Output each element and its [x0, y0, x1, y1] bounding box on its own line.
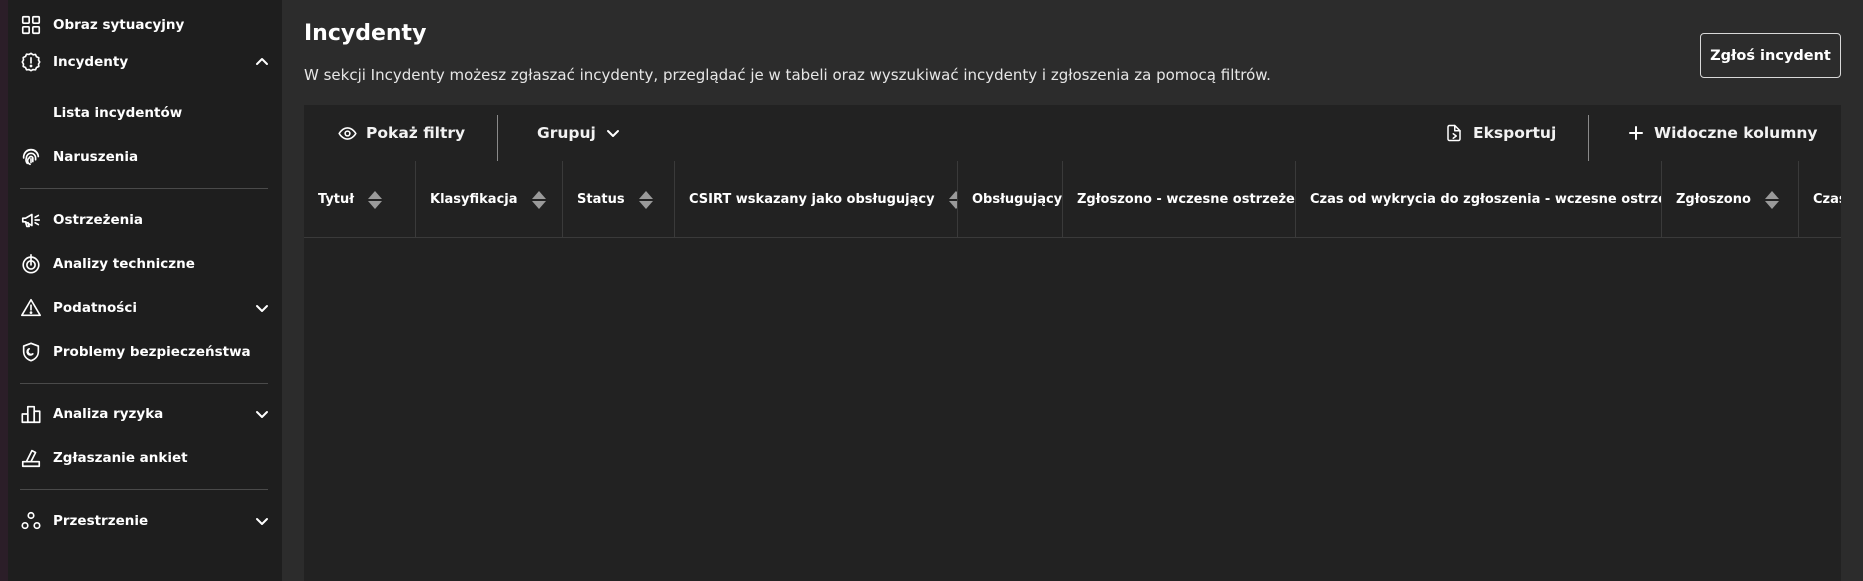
sort-icon[interactable] [638, 190, 653, 210]
group-label: Grupuj [537, 124, 596, 142]
chevron-down-icon[interactable] [254, 300, 270, 316]
window-edge [0, 0, 8, 581]
column-label: Zgłoszono - wczesne ostrzeżenie [1077, 192, 1296, 207]
chevron-down-icon[interactable] [254, 406, 270, 422]
column-header-csirt[interactable]: CSIRT wskazany jako obsługujący [675, 161, 958, 238]
sidebar-item-label: Lista incydentów [53, 105, 183, 121]
column-label: Klasyfikacja [430, 192, 518, 207]
sidebar-item-label: Analiza ryzyka [53, 406, 164, 422]
sidebar-divider [20, 188, 268, 189]
column-header-czas-od-wykrycia[interactable]: Czas od wykrycia do zgłoszenia - wczesne… [1296, 161, 1662, 238]
column-header-zgloszono-wczesne[interactable]: Zgłoszono - wczesne ostrzeżenie [1063, 161, 1296, 238]
table-toolbar: Pokaż filtry Grupuj Eksportuj Widoczne k… [304, 105, 1841, 161]
sidebar-item-naruszenia[interactable]: Naruszenia [8, 139, 282, 175]
sidebar-divider [20, 383, 268, 384]
megaphone-icon [19, 208, 43, 232]
page-description: W sekcji Incydenty możesz zgłaszać incyd… [304, 66, 1271, 84]
column-label: Status [577, 192, 625, 207]
column-label: CSIRT wskazany jako obsługujący [689, 192, 935, 207]
sidebar-item-label: Obraz sytuacyjny [53, 17, 185, 33]
show-filters-label: Pokaż filtry [366, 124, 466, 142]
column-header-status[interactable]: Status [563, 161, 675, 238]
column-label: Tytuł [318, 192, 355, 207]
sidebar-item-przestrzenie[interactable]: Przestrzenie [8, 503, 282, 539]
sidebar-item-label: Naruszenia [53, 149, 139, 165]
column-header-tytul[interactable]: Tytuł [304, 161, 416, 238]
sidebar-subitem-lista-incydentow[interactable]: Lista incydentów [8, 95, 282, 131]
toolbar-separator [497, 115, 498, 161]
page-title: Incydenty [304, 21, 427, 46]
target-icon [19, 252, 43, 276]
table-body [304, 239, 1841, 581]
sidebar-item-label: Podatności [53, 300, 137, 316]
visible-columns-label: Widoczne kolumny [1654, 124, 1818, 142]
column-label: Zgłoszono [1676, 192, 1751, 207]
sort-icon[interactable] [1764, 190, 1779, 210]
column-label: Obsługujący [972, 192, 1063, 207]
file-export-icon [1447, 124, 1461, 142]
toolbar-separator [1588, 115, 1589, 161]
sidebar-item-obraz-sytuacyjny[interactable]: Obraz sytuacyjny [8, 7, 282, 43]
export-button[interactable]: Eksportuj [1445, 105, 1556, 161]
sort-icon[interactable] [531, 190, 546, 210]
column-label: Czas od wykrycia do zgłoszenia - wczesne… [1310, 192, 1661, 207]
chevron-down-icon[interactable] [254, 513, 270, 529]
column-header-obslugujacy[interactable]: Obsługujący [958, 161, 1063, 238]
sidebar-item-label: Ostrzeżenia [53, 212, 143, 228]
main-content: Incydenty W sekcji Incydenty możesz zgła… [282, 0, 1863, 581]
warning-triangle-icon [19, 296, 43, 320]
spaces-icon [19, 509, 43, 533]
column-header-zgloszono[interactable]: Zgłoszono [1662, 161, 1799, 238]
chevron-down-icon [606, 130, 619, 137]
sidebar-item-podatnosci[interactable]: Podatności [8, 290, 282, 326]
sidebar-item-label: Analizy techniczne [53, 256, 195, 272]
table-header: Tytuł Klasyfikacja Status CSIRT wskazany… [304, 161, 1841, 238]
export-label: Eksportuj [1473, 124, 1557, 142]
chevron-up-icon[interactable] [254, 54, 270, 70]
fingerprint-icon [19, 145, 43, 169]
sidebar-item-problemy-bezpieczenstwa[interactable]: Problemy bezpieczeństwa [8, 334, 282, 370]
column-header-klasyfikacja[interactable]: Klasyfikacja [416, 161, 563, 238]
app-window: Obraz sytuacyjny Incydenty Lista incyden… [0, 0, 1863, 581]
sort-icon[interactable] [368, 190, 383, 210]
sidebar-item-label: Przestrzenie [53, 513, 149, 529]
eye-icon [338, 126, 357, 140]
sidebar-item-analiza-ryzyka[interactable]: Analiza ryzyka [8, 396, 282, 432]
column-header-czas[interactable]: Czas [1799, 161, 1841, 238]
bar-chart-icon [19, 402, 43, 426]
sort-icon[interactable] [948, 190, 957, 210]
show-filters-button[interactable]: Pokaż filtry [338, 105, 465, 161]
sidebar-item-label: Problemy bezpieczeństwa [53, 344, 251, 360]
plus-icon [1629, 126, 1643, 140]
shield-icon [19, 340, 43, 364]
column-label: Czas [1813, 192, 1841, 207]
alert-gear-icon [19, 50, 43, 74]
sidebar-item-label: Incydenty [53, 54, 129, 70]
sidebar-item-analizy-techniczne[interactable]: Analizy techniczne [8, 246, 282, 282]
sidebar-item-label: Zgłaszanie ankiet [53, 450, 188, 466]
report-incident-button[interactable]: Zgłoś incydent [1700, 33, 1841, 78]
sidebar: Obraz sytuacyjny Incydenty Lista incyden… [8, 0, 282, 581]
sidebar-item-ostrzezenia[interactable]: Ostrzeżenia [8, 202, 282, 238]
survey-icon [19, 446, 43, 470]
sidebar-item-zglaszanie-ankiet[interactable]: Zgłaszanie ankiet [8, 440, 282, 476]
sidebar-divider [20, 489, 268, 490]
visible-columns-button[interactable]: Widoczne kolumny [1628, 105, 1817, 161]
sidebar-item-incydenty[interactable]: Incydenty [8, 44, 282, 80]
incidents-table-panel: Pokaż filtry Grupuj Eksportuj Widoczne k… [304, 105, 1841, 581]
group-button[interactable]: Grupuj [537, 105, 621, 161]
dashboard-icon [19, 13, 43, 37]
